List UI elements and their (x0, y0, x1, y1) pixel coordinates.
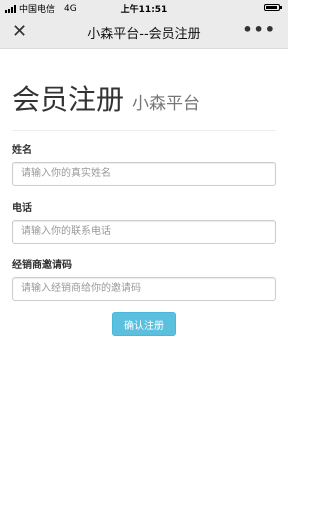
page-heading: 会员注册 小森平台 (12, 78, 276, 131)
more-icon[interactable]: ••• (242, 20, 276, 39)
invite-label: 经销商邀请码 (12, 260, 72, 271)
page-title: 会员注册 (12, 83, 125, 116)
close-icon[interactable]: ✕ (12, 22, 27, 42)
submit-button[interactable]: 确认注册 (112, 312, 176, 336)
page-subtitle: 小森平台 (132, 94, 201, 114)
battery-icon (264, 4, 282, 11)
name-input[interactable] (12, 161, 276, 186)
nav-title: 小森平台--会员注册 (87, 27, 201, 42)
name-group: 姓名 (12, 141, 276, 186)
phone-input[interactable] (12, 219, 276, 244)
phone-label: 电话 (12, 203, 32, 214)
name-label: 姓名 (12, 145, 32, 156)
phone-group: 电话 (12, 199, 276, 244)
status-time: 上午11:51 (120, 5, 168, 15)
battery-level (266, 6, 277, 9)
nav-bar: ✕ 小森平台--会员注册 ••• (0, 16, 288, 49)
invite-code-input[interactable] (12, 276, 276, 301)
status-bar: 中国电信 4G 上午11:51 (0, 0, 288, 16)
invite-group: 经销商邀请码 (12, 256, 276, 301)
